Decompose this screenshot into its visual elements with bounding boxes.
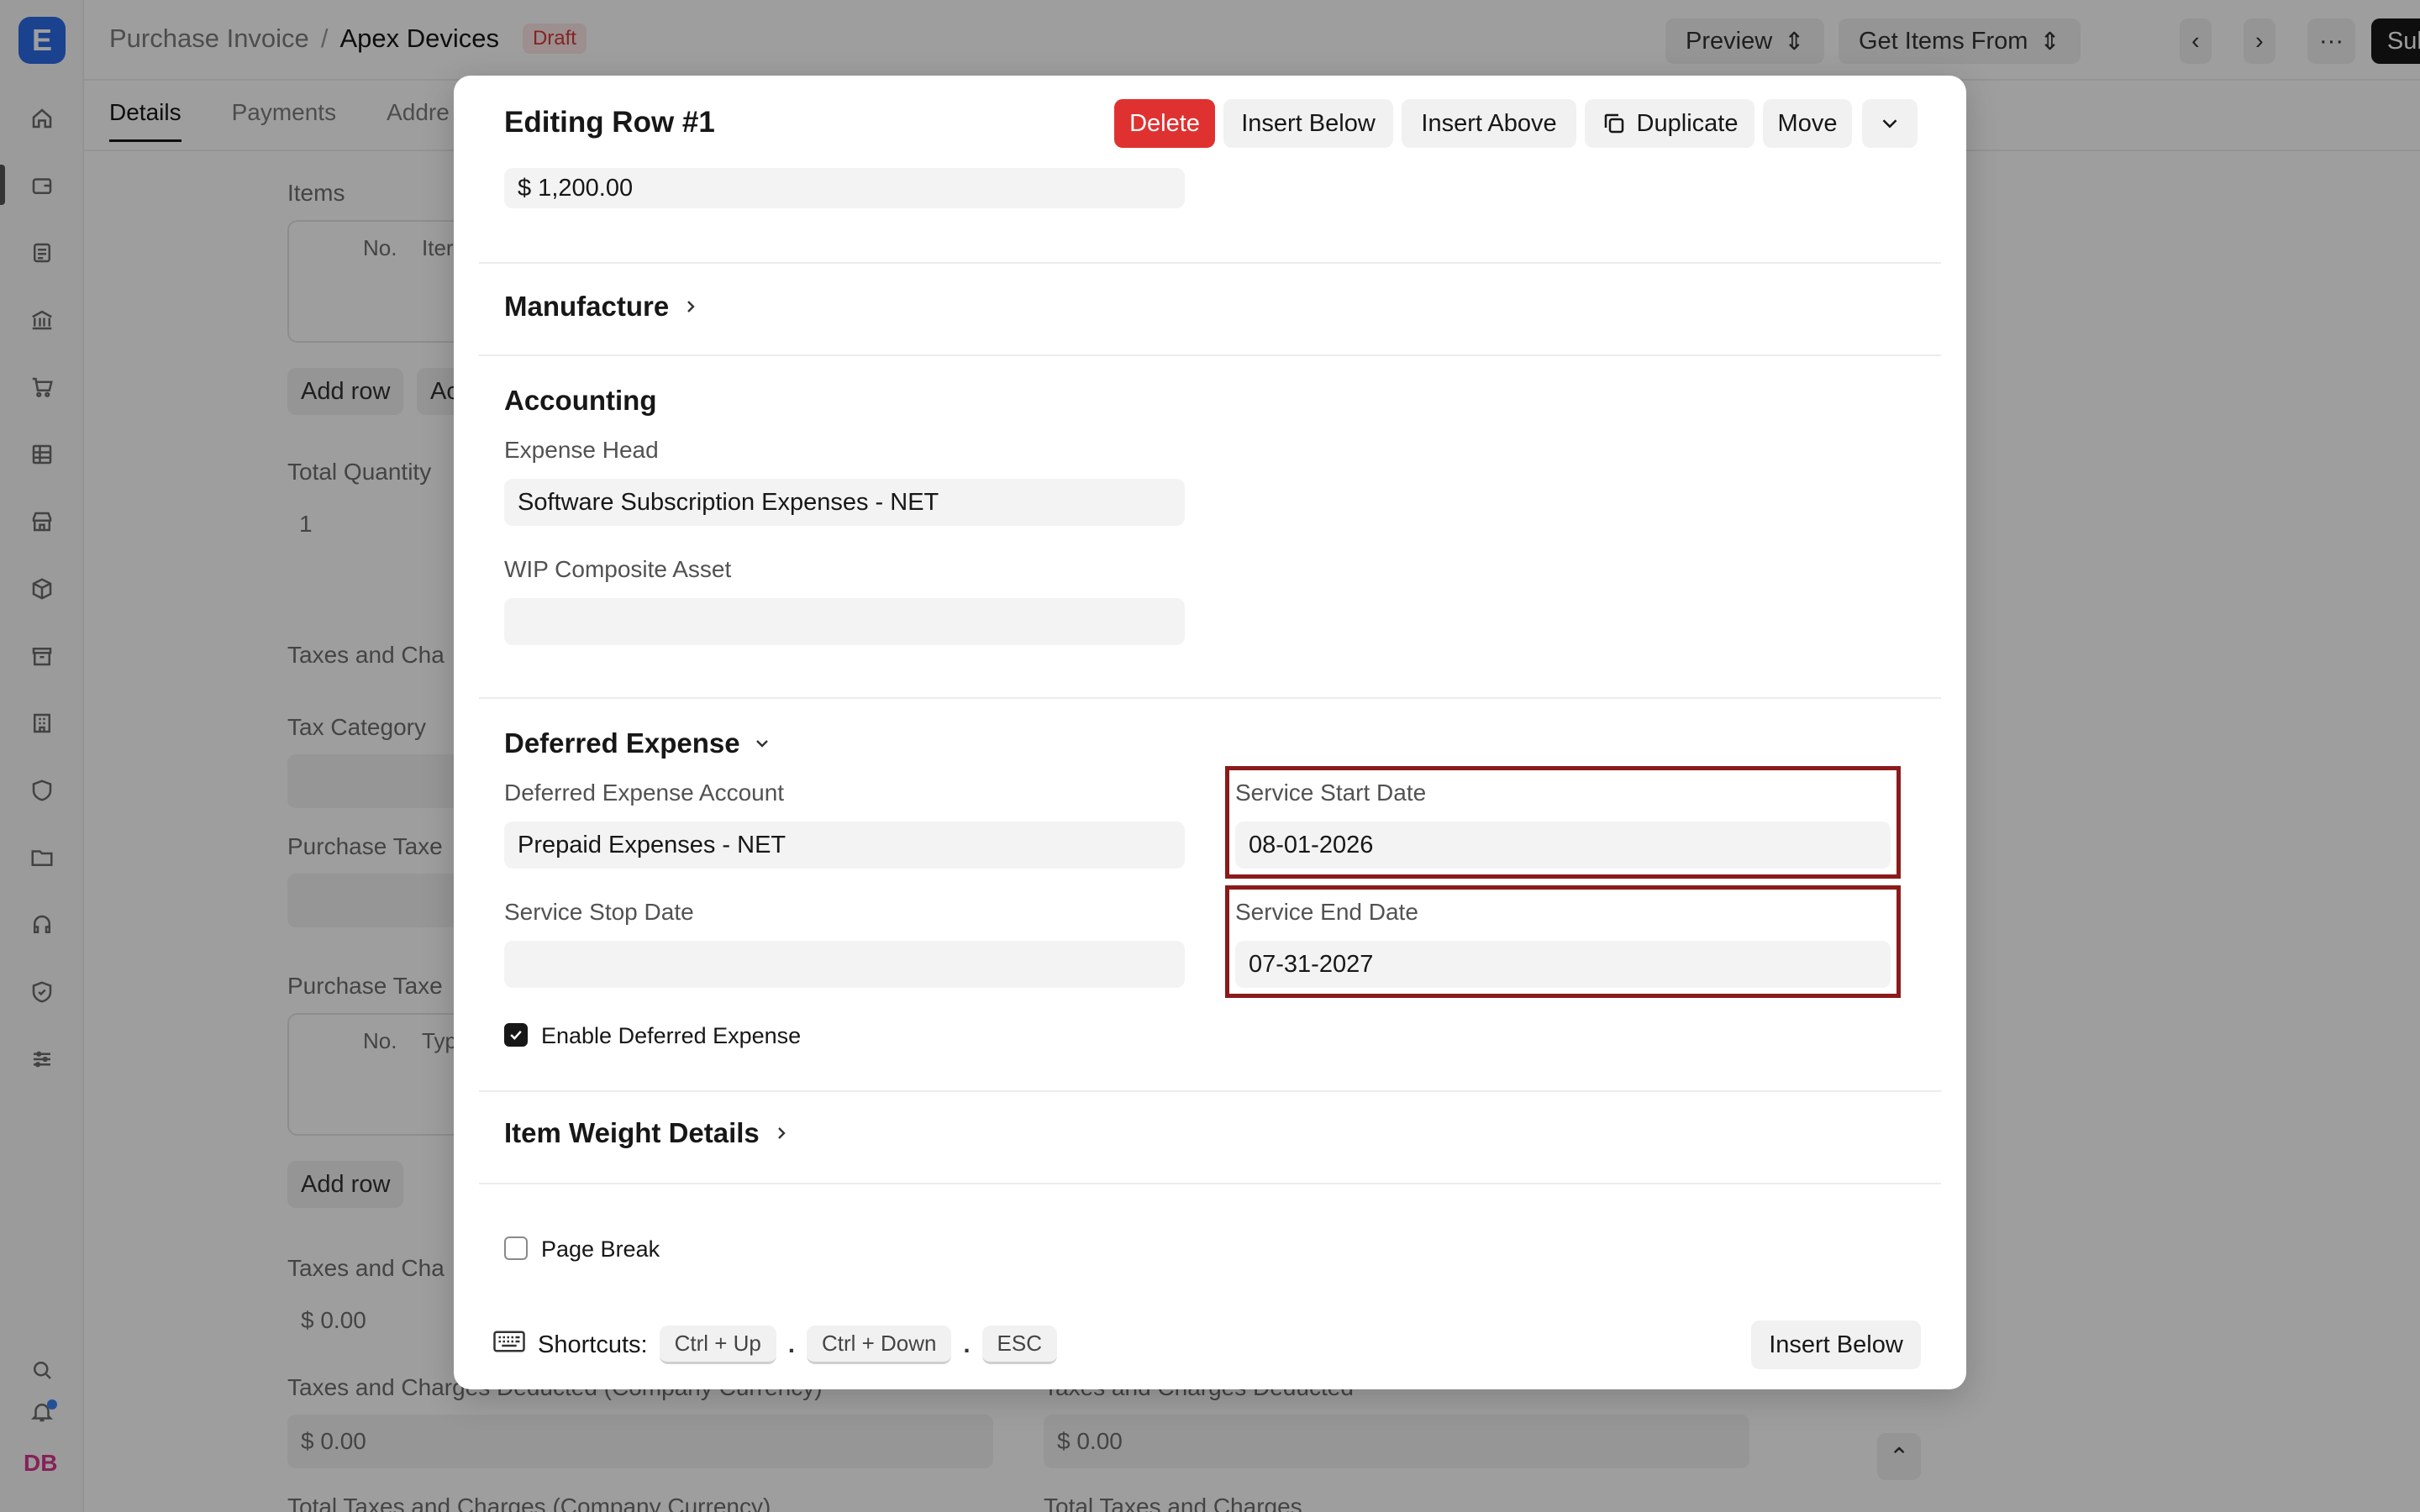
service-stop-date-field[interactable] (504, 941, 1185, 988)
manufacture-section-title: Manufacture (504, 291, 670, 322)
footer-insert-below-button[interactable]: Insert Below (1751, 1320, 1921, 1369)
more-options-button[interactable] (1862, 99, 1918, 148)
expense-head-field[interactable]: Software Subscription Expenses - NET (504, 479, 1185, 526)
shortcut-separator: . (963, 1331, 971, 1358)
expense-head-label: Expense Head (504, 437, 659, 463)
duplicate-button[interactable]: Duplicate (1585, 99, 1754, 148)
deferred-expense-section-title: Deferred Expense (504, 727, 740, 759)
section-divider (479, 1183, 1941, 1184)
shortcut-ctrl-up: Ctrl + Up (659, 1326, 776, 1364)
wip-composite-asset-label: WIP Composite Asset (504, 556, 732, 582)
section-divider (479, 262, 1941, 264)
delete-button[interactable]: Delete (1114, 99, 1215, 148)
service-end-date-field[interactable]: 07-31-2027 (1235, 941, 1891, 988)
section-divider (479, 1090, 1941, 1092)
amount-field[interactable]: $ 1,200.00 (504, 168, 1185, 208)
deferred-expense-account-label: Deferred Expense Account (504, 780, 785, 806)
copy-icon (1604, 113, 1623, 134)
enable-deferred-expense-checkbox[interactable] (504, 1023, 528, 1047)
keyboard-shortcuts: Shortcuts: Ctrl + Up . Ctrl + Down . ESC (492, 1326, 1058, 1364)
service-start-date-label: Service Start Date (1235, 780, 1427, 806)
page-break-checkbox[interactable] (504, 1236, 528, 1260)
accounting-section-title: Accounting (504, 385, 657, 416)
section-divider (479, 354, 1941, 356)
dialog-title: Editing Row #1 (504, 106, 715, 139)
service-stop-date-label: Service Stop Date (504, 899, 694, 925)
keyboard-icon (492, 1329, 526, 1361)
edit-row-dialog: Editing Row #1 Delete Insert Below Inser… (454, 76, 1966, 1389)
chevron-right-icon (687, 301, 695, 312)
section-divider (479, 697, 1941, 699)
shortcuts-label: Shortcuts: (538, 1331, 648, 1358)
checkmark-icon (510, 1030, 522, 1040)
chevron-down-icon (1882, 119, 1897, 129)
page-break-label[interactable]: Page Break (541, 1236, 660, 1263)
manufacture-section-toggle[interactable]: Manufacture (504, 291, 701, 323)
chevron-down-icon (755, 740, 768, 748)
move-button[interactable]: Move (1763, 99, 1852, 148)
enable-deferred-expense-label[interactable]: Enable Deferred Expense (541, 1023, 801, 1049)
deferred-expense-account-field[interactable]: Prepaid Expenses - NET (504, 822, 1185, 869)
insert-below-button[interactable]: Insert Below (1223, 99, 1393, 148)
wip-composite-asset-field[interactable] (504, 598, 1185, 645)
chevron-right-icon (777, 1127, 786, 1139)
item-weight-section-toggle[interactable]: Item Weight Details (504, 1117, 792, 1149)
deferred-expense-section-toggle[interactable]: Deferred Expense (504, 727, 772, 759)
insert-above-button[interactable]: Insert Above (1402, 99, 1576, 148)
item-weight-section-title: Item Weight Details (504, 1117, 760, 1148)
shortcut-ctrl-down: Ctrl + Down (806, 1326, 952, 1364)
service-end-date-label: Service End Date (1235, 899, 1418, 925)
shortcut-separator: . (787, 1331, 795, 1358)
duplicate-label: Duplicate (1636, 109, 1739, 137)
service-start-date-field[interactable]: 08-01-2026 (1235, 822, 1891, 869)
shortcut-esc: ESC (981, 1326, 1058, 1364)
